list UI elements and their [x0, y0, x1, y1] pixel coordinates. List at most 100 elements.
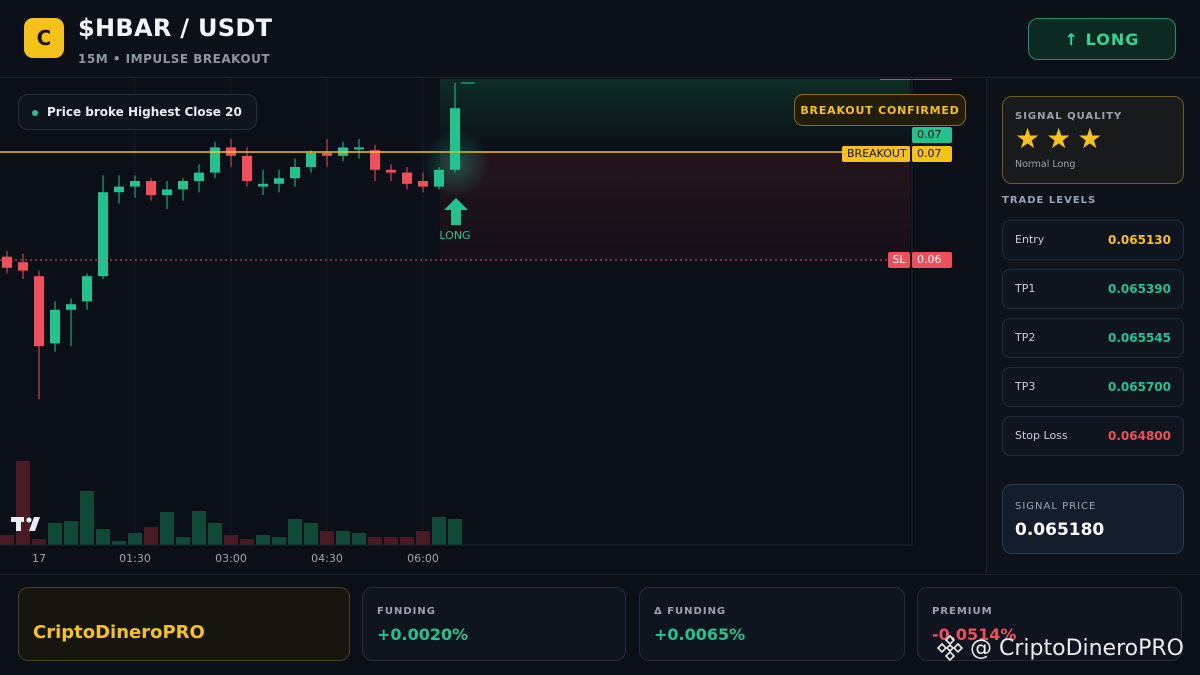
level-value: 0.065130	[1107, 233, 1171, 247]
metric-label: PREMIUM	[932, 606, 993, 617]
delta-funding-card: Δ FUNDING +0.0065%	[639, 587, 905, 661]
candle-body	[322, 153, 332, 156]
sl-tag-label: SL	[888, 252, 910, 268]
candle-body	[18, 262, 28, 271]
volume-bar	[192, 511, 206, 545]
volume-bar	[320, 531, 334, 545]
volume-bar	[272, 537, 286, 545]
level-label: TP3	[1015, 380, 1036, 393]
time-tick-label: 17	[32, 552, 46, 565]
volume-bar	[128, 533, 142, 545]
volume-bar	[64, 521, 78, 545]
candle-body	[242, 155, 252, 181]
brand-name: CriptoDineroPRO	[33, 622, 205, 643]
level-value: 0.064800	[1107, 429, 1171, 443]
volume-bar	[304, 523, 318, 545]
volume-bar	[384, 537, 398, 545]
star-icon: ★	[1077, 122, 1103, 155]
time-axis: 17 01:30 03:00 04:30 06:00	[32, 552, 439, 565]
trade-levels-title: TRADE LEVELS	[1002, 195, 1097, 206]
signal-quality-card: SIGNAL QUALITY ★ ★ ★ Normal Long	[1002, 96, 1184, 184]
level-row-stop-loss: Stop Loss 0.064800	[1002, 416, 1184, 456]
level-row-tp2: TP2 0.065545	[1002, 318, 1184, 358]
breakout-confirmed-badge: BREAKOUT CONFIRMED	[794, 94, 966, 126]
time-tick-label: 06:00	[407, 552, 439, 565]
candles	[2, 82, 475, 400]
current-price-tag: 0.07	[912, 127, 952, 143]
pair-title: $HBAR / USDT	[78, 14, 273, 42]
candle-body	[178, 181, 188, 190]
brand-logo: C	[24, 18, 64, 58]
level-row-tp1: TP1 0.065390	[1002, 269, 1184, 309]
candle-body	[274, 178, 284, 184]
candle-body	[194, 172, 204, 181]
breakout-tag-value: 0.07	[912, 146, 952, 162]
level-row-tp3: TP3 0.065700	[1002, 367, 1184, 407]
tradingview-logo	[10, 514, 46, 539]
signal-price-title: SIGNAL PRICE	[1015, 501, 1097, 512]
watermark-text: @ CriptoDineroPRO	[970, 635, 1184, 661]
volume-bar	[32, 539, 46, 545]
chart-area[interactable]: LONG 17 01:30 03:00 04:30 06:00	[0, 79, 985, 573]
volume-bar	[288, 519, 302, 545]
volume-bar	[224, 535, 238, 545]
volume-bar	[368, 537, 382, 545]
metric-label: FUNDING	[377, 606, 436, 617]
level-value: 0.065390	[1107, 282, 1171, 296]
time-tick-label: 01:30	[119, 552, 151, 565]
long-button[interactable]: ↑ LONG	[1028, 18, 1176, 60]
candle-body	[162, 189, 172, 195]
candle-body	[418, 181, 428, 187]
candle-body	[50, 309, 60, 344]
level-label: TP1	[1015, 282, 1036, 295]
candle-body	[2, 256, 12, 268]
metric-value: +0.0065%	[654, 625, 746, 644]
volume-bar	[176, 537, 190, 545]
volume-bar	[416, 531, 430, 545]
volume-bar	[336, 531, 350, 545]
metric-value: +0.0020%	[377, 625, 469, 644]
star-icon: ★	[1046, 122, 1072, 155]
pair-subtitle: 15M • IMPULSE BREAKOUT	[78, 52, 271, 66]
candle-body	[386, 169, 396, 173]
price-broke-text: Price broke Highest Close 20	[47, 105, 242, 119]
candle-body	[82, 276, 92, 302]
brand-card: CriptoDineroPRO	[18, 587, 350, 661]
level-label: Entry	[1015, 233, 1045, 246]
candle-body	[210, 147, 220, 173]
volume-bar	[400, 537, 414, 545]
candle-body	[354, 147, 364, 150]
time-tick-label: 04:30	[311, 552, 343, 565]
breakout-tag-label: BREAKOUT	[842, 146, 910, 162]
funding-card: FUNDING +0.0020%	[362, 587, 626, 661]
candlestick-chart[interactable]: LONG 17 01:30 03:00 04:30 06:00	[0, 79, 985, 573]
signal-price-card: SIGNAL PRICE 0.065180	[1002, 484, 1184, 554]
candle-body	[34, 276, 44, 347]
volume-bar	[432, 517, 446, 545]
volume-bar	[112, 541, 126, 545]
metric-label: Δ FUNDING	[654, 606, 727, 617]
breakout-glow	[422, 130, 490, 198]
candle-body	[402, 172, 412, 184]
price-broke-badge: Price broke Highest Close 20	[18, 94, 257, 130]
level-row-entry: Entry 0.065130	[1002, 220, 1184, 260]
signal-quality-subtitle: Normal Long	[1015, 159, 1076, 170]
candle-body	[130, 181, 140, 187]
candle-body	[290, 167, 300, 179]
binance-icon	[936, 634, 964, 662]
sl-tag-value: 0.06	[912, 252, 952, 268]
candle-body	[146, 181, 156, 195]
level-value: 0.065700	[1107, 380, 1171, 394]
volume-bar	[256, 535, 270, 545]
time-tick-label: 03:00	[215, 552, 247, 565]
volume-bar	[448, 519, 462, 545]
candle-body	[370, 150, 380, 170]
volume-bar	[352, 533, 366, 545]
star-icon: ★	[1015, 122, 1041, 155]
candle-body	[306, 153, 316, 167]
volume-bar	[96, 529, 110, 545]
risk-zone	[440, 152, 910, 260]
level-value: 0.065545	[1107, 331, 1171, 345]
candle-body	[66, 304, 76, 310]
watermark: @ CriptoDineroPRO	[936, 634, 1184, 662]
